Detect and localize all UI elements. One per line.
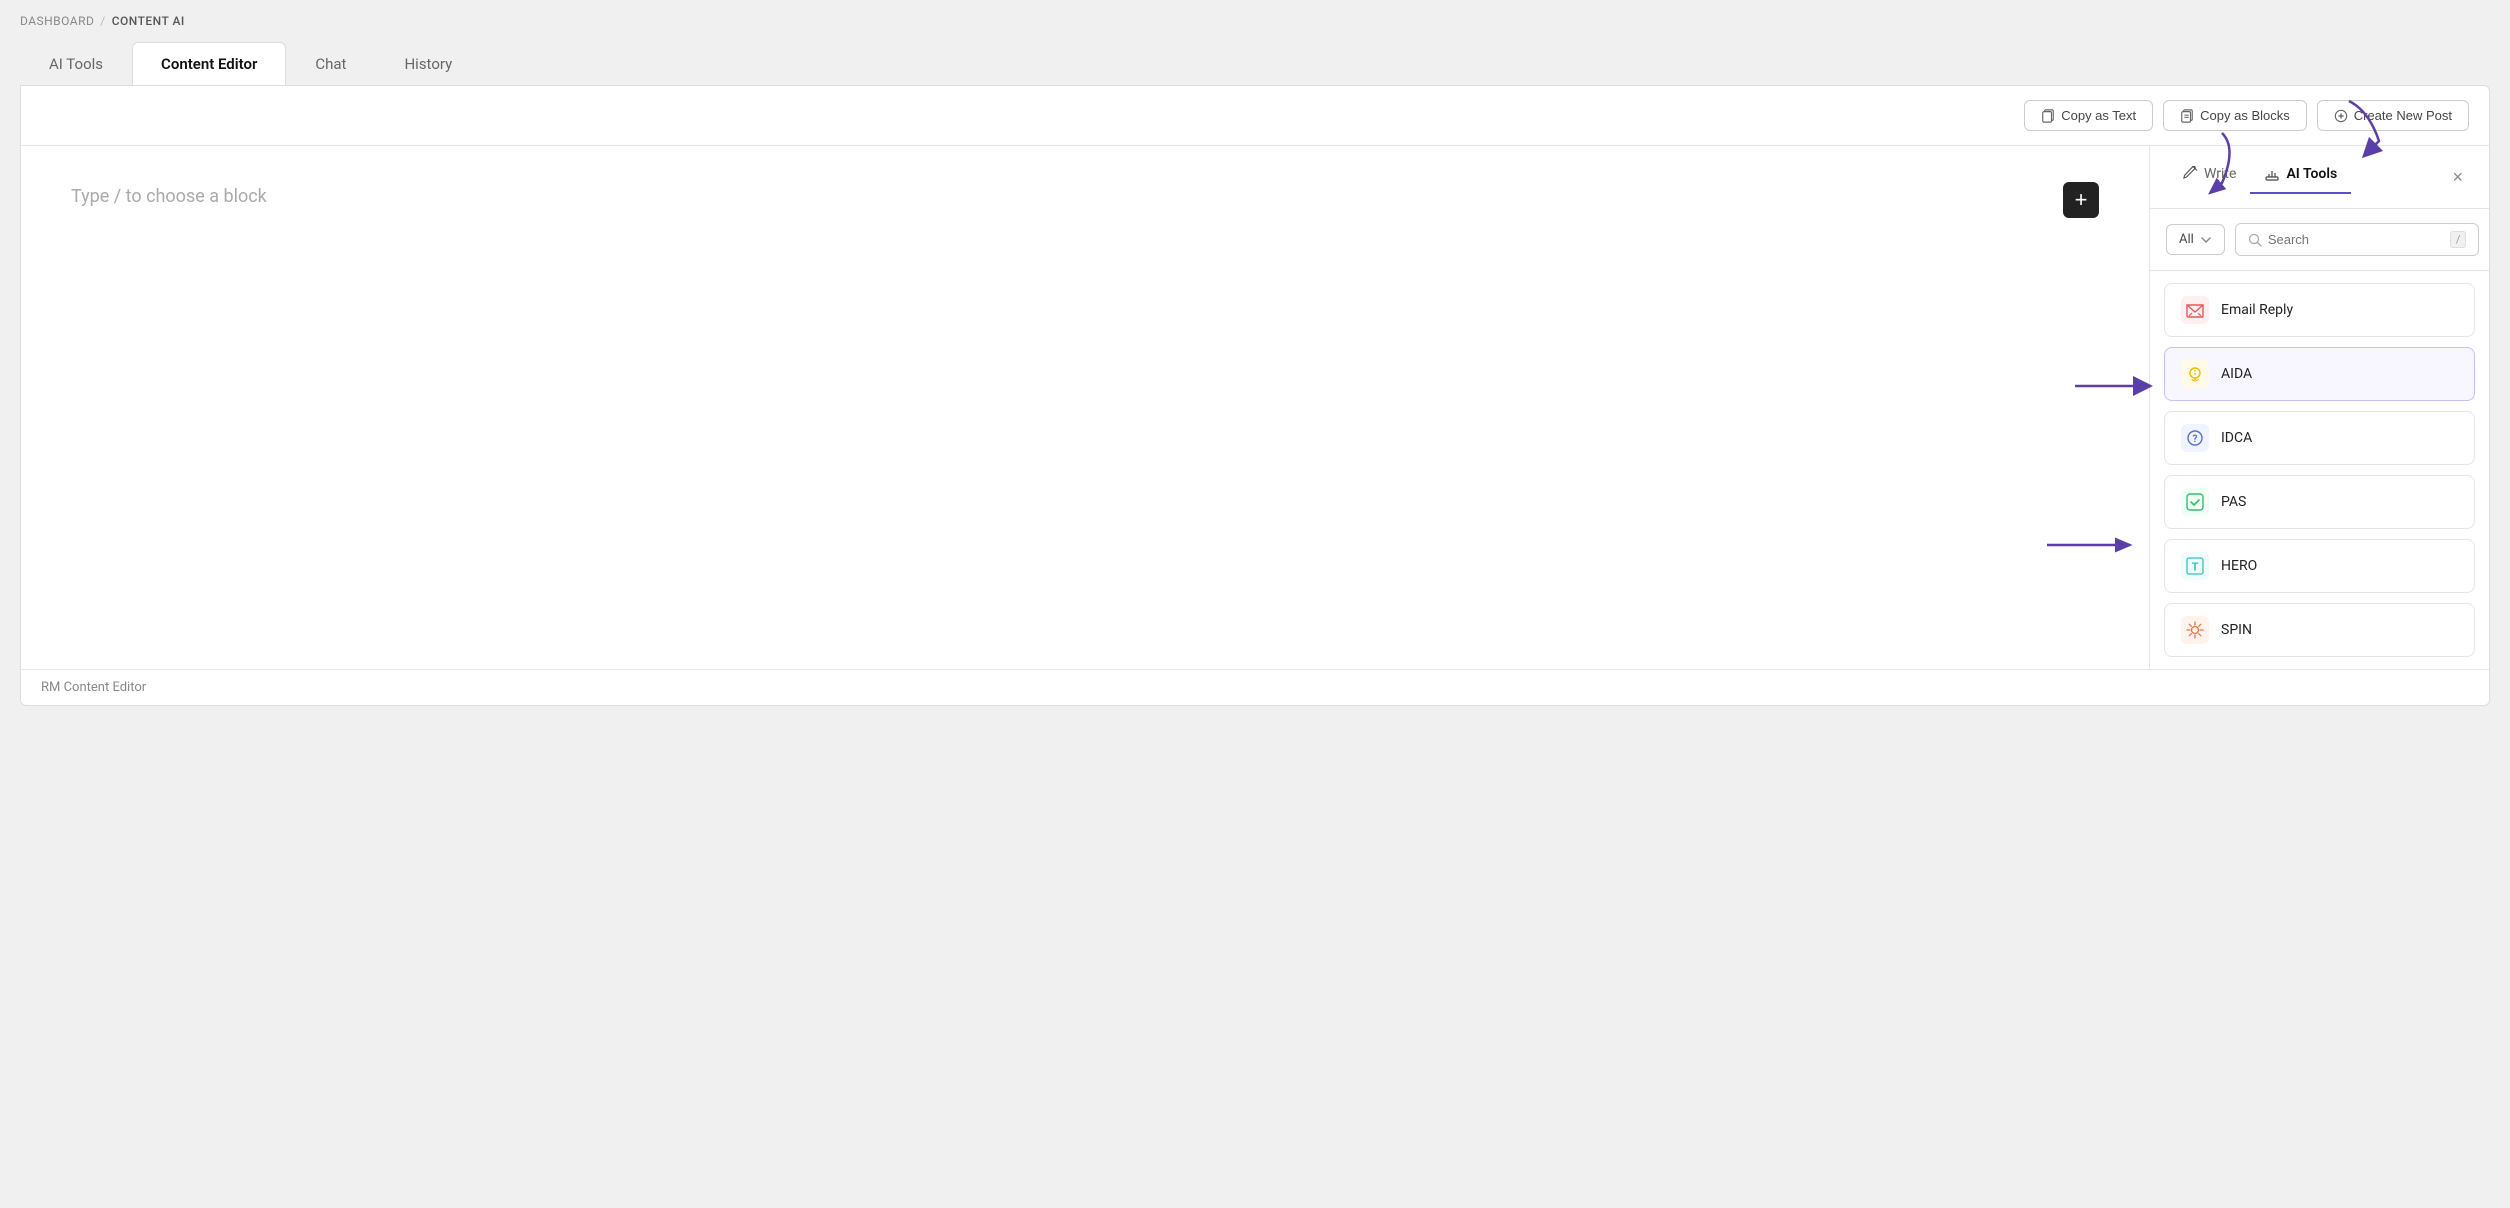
tool-item-aida[interactable]: AIDA [2164, 347, 2475, 401]
editor-footer-label: RM Content Editor [41, 680, 146, 695]
breadcrumb-home[interactable]: DASHBOARD [20, 14, 94, 28]
sidebar-header: Write AI Tools × [2150, 146, 2489, 209]
editor-placeholder: Type / to choose a block [71, 186, 2099, 207]
tool-label-aida: AIDA [2221, 366, 2252, 382]
main-container: Copy as Text Copy as Blocks Create New P… [20, 85, 2490, 706]
tool-label-pas: PAS [2221, 494, 2246, 510]
tab-content-editor[interactable]: Content Editor [132, 42, 286, 85]
svg-text:?: ? [2193, 434, 2198, 445]
tool-item-spin[interactable]: SPIN [2164, 603, 2475, 657]
ai-tools-icon [2264, 166, 2280, 182]
sidebar-tab-write[interactable]: Write [2168, 160, 2250, 194]
search-icon [2248, 233, 2262, 247]
svg-text:T: T [2192, 561, 2199, 574]
breadcrumb-current: CONTENT AI [112, 14, 185, 28]
tab-ai-tools[interactable]: AI Tools [20, 42, 132, 85]
idca-icon: ? [2181, 424, 2209, 452]
pas-icon [2181, 488, 2209, 516]
tool-item-hero[interactable]: T HERO [2164, 539, 2475, 593]
tab-bar: AI Tools Content Editor Chat History [0, 42, 2510, 85]
tool-label-spin: SPIN [2221, 622, 2252, 638]
sidebar-tab-ai-tools[interactable]: AI Tools [2250, 160, 2351, 194]
copy-as-text-button[interactable]: Copy as Text [2024, 100, 2153, 131]
copy-as-blocks-button[interactable]: Copy as Blocks [2163, 100, 2307, 131]
tab-history[interactable]: History [375, 42, 481, 85]
filter-select[interactable]: All [2166, 224, 2225, 255]
tool-label-email-reply: Email Reply [2221, 302, 2293, 318]
add-block-button[interactable]: + [2063, 182, 2099, 218]
sidebar: Write AI Tools × All [2149, 146, 2489, 669]
sidebar-filter: All / [2150, 209, 2489, 271]
create-new-post-button[interactable]: Create New Post [2317, 100, 2469, 131]
tool-list: Email Reply AIDA [2150, 271, 2489, 669]
editor-area[interactable]: Type / to choose a block + [21, 146, 2149, 669]
copy-blocks-icon [2180, 109, 2194, 123]
sidebar-close-button[interactable]: × [2444, 163, 2471, 192]
editor-footer: RM Content Editor [21, 669, 2489, 705]
email-reply-icon [2181, 296, 2209, 324]
editor-toolbar: Copy as Text Copy as Blocks Create New P… [21, 86, 2489, 146]
tool-item-pas[interactable]: PAS [2164, 475, 2475, 529]
chevron-down-icon [2200, 234, 2212, 246]
breadcrumb-separator: / [100, 14, 105, 28]
hero-icon: T [2181, 552, 2209, 580]
search-box[interactable]: / [2235, 223, 2480, 256]
tool-label-hero: HERO [2221, 558, 2257, 574]
tab-chat[interactable]: Chat [286, 42, 375, 85]
write-icon [2182, 166, 2198, 182]
spin-icon [2181, 616, 2209, 644]
tool-item-idca[interactable]: ? IDCA [2164, 411, 2475, 465]
tool-item-email-reply[interactable]: Email Reply [2164, 283, 2475, 337]
aida-icon [2181, 360, 2209, 388]
copy-text-icon [2041, 109, 2055, 123]
tool-label-idca: IDCA [2221, 430, 2252, 446]
create-post-icon [2334, 109, 2348, 123]
search-shortcut: / [2450, 231, 2467, 248]
search-input[interactable] [2268, 232, 2444, 247]
breadcrumb: DASHBOARD / CONTENT AI [0, 0, 2510, 42]
editor-body: Type / to choose a block + [21, 146, 2489, 669]
